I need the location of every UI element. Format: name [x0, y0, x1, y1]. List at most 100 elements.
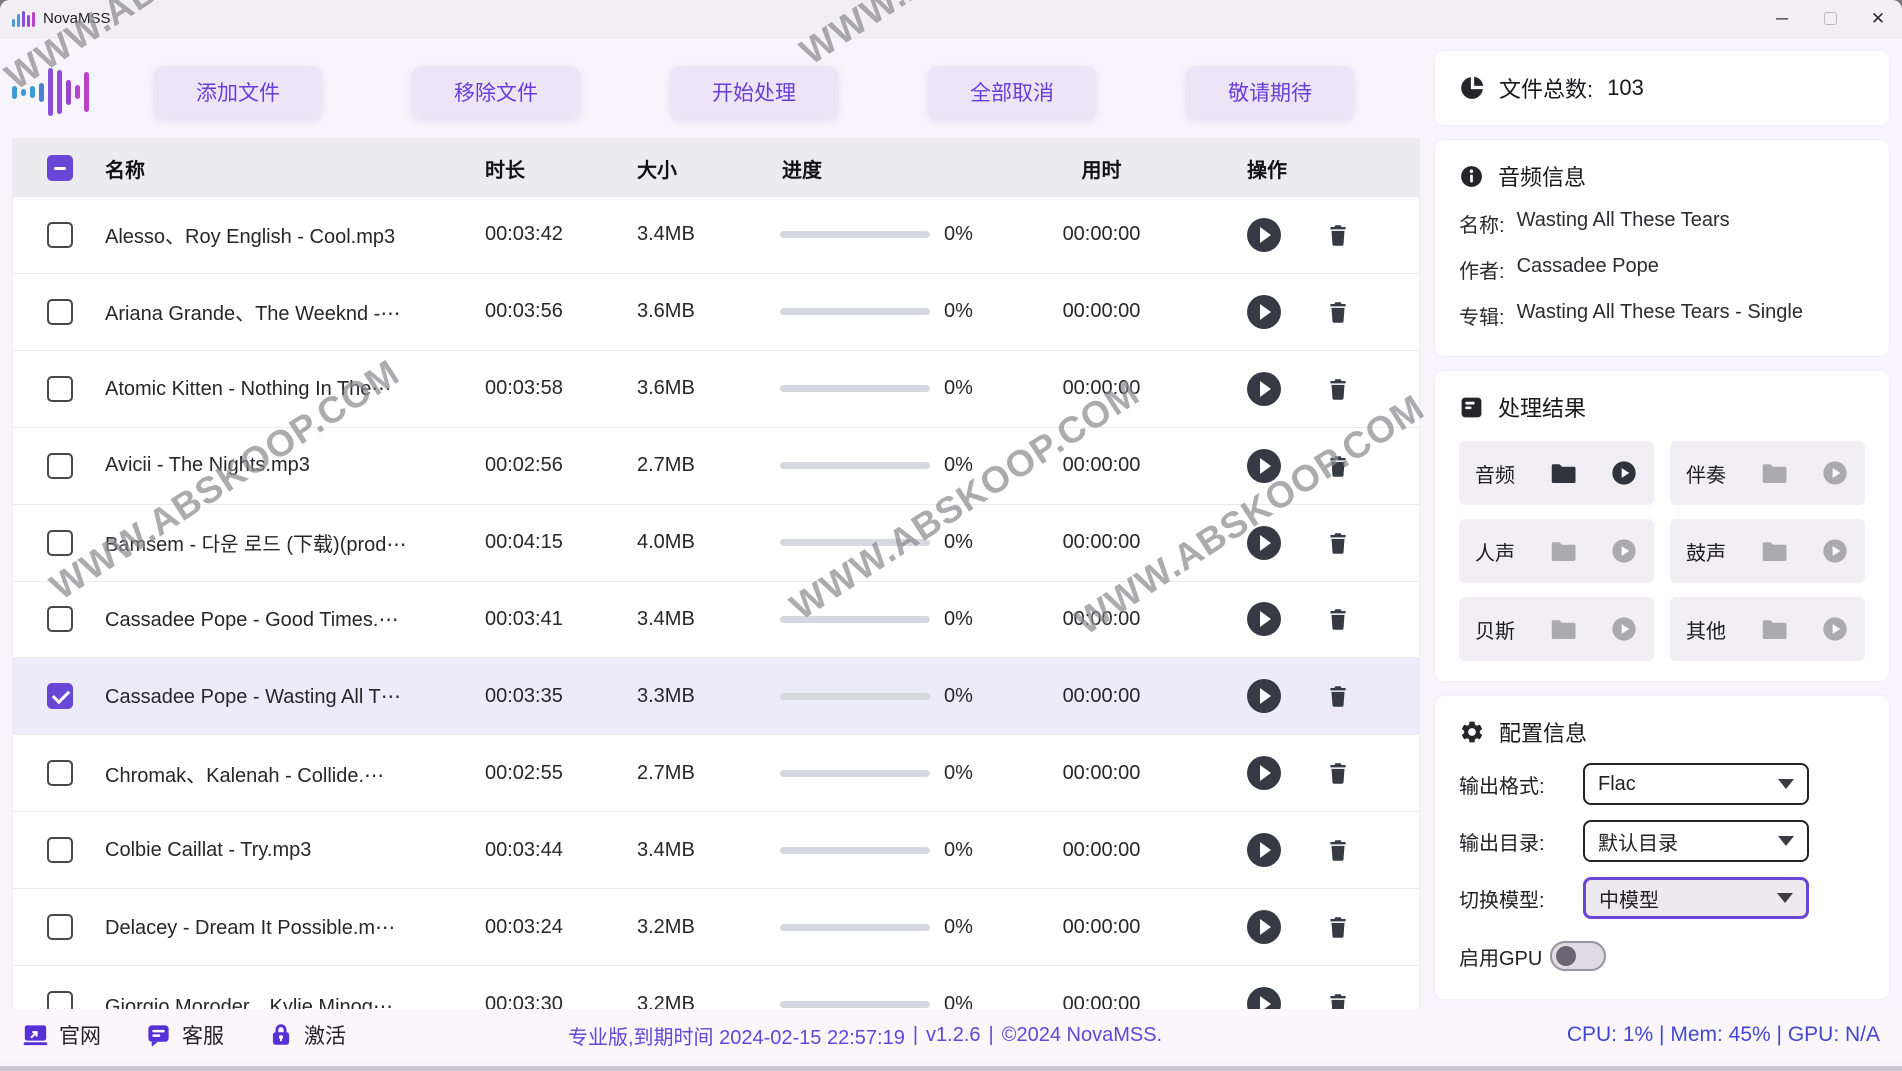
delete-button[interactable] [1323, 757, 1353, 789]
separator: | [913, 1024, 918, 1047]
audio-album-value: Wasting All These Tears - Single [1517, 301, 1803, 330]
cell-progress-percent: 0% [930, 454, 1018, 477]
select-all-checkbox[interactable] [47, 155, 73, 181]
file-total-value: 103 [1607, 75, 1644, 101]
play-button[interactable] [1247, 372, 1281, 406]
delete-button[interactable] [1323, 603, 1353, 635]
progress-bar [780, 462, 930, 469]
table-row[interactable]: Delacey - Dream It Possible.m⋯ 00:03:24 … [13, 889, 1419, 966]
play-result-button[interactable] [1610, 537, 1638, 565]
progress-bar [780, 231, 930, 238]
play-button[interactable] [1247, 295, 1281, 329]
cell-name: Colbie Caillat - Try.mp3 [95, 839, 481, 862]
close-button[interactable]: ✕ [1854, 0, 1902, 37]
add-files-button[interactable]: 添加文件 [154, 66, 322, 118]
delete-button[interactable] [1323, 527, 1353, 559]
cell-duration: 00:04:15 [481, 531, 633, 554]
table-row[interactable]: Ariana Grande、The Weeknd -⋯ 00:03:56 3.6… [13, 274, 1419, 351]
open-folder-button[interactable] [1759, 458, 1789, 488]
play-circle-icon [1821, 615, 1849, 643]
output-dir-select[interactable]: 默认目录 [1583, 820, 1809, 862]
delete-button[interactable] [1323, 450, 1353, 482]
delete-button[interactable] [1323, 219, 1353, 251]
play-button[interactable] [1247, 449, 1281, 483]
play-result-button[interactable] [1821, 537, 1849, 565]
header-elapsed: 用时 [1018, 154, 1185, 183]
gpu-toggle[interactable] [1550, 941, 1606, 971]
row-checkbox[interactable] [47, 376, 73, 402]
play-result-button[interactable] [1821, 615, 1849, 643]
delete-button[interactable] [1323, 373, 1353, 405]
progress-bar [780, 308, 930, 315]
maximize-button[interactable] [1806, 0, 1854, 37]
audio-info-card: 音频信息 名称:Wasting All These Tears 作者:Cassa… [1434, 139, 1890, 357]
play-button[interactable] [1247, 218, 1281, 252]
info-icon [1459, 164, 1484, 189]
table-row[interactable]: Cassadee Pope - Wasting All T⋯ 00:03:35 … [13, 658, 1419, 735]
table-row[interactable]: Avicii - The Nights.mp3 00:02:56 2.7MB 0… [13, 428, 1419, 505]
delete-button[interactable] [1323, 911, 1353, 943]
file-total-label: 文件总数: [1499, 72, 1593, 104]
play-result-button[interactable] [1610, 615, 1638, 643]
open-folder-button[interactable] [1548, 614, 1578, 644]
play-result-button[interactable] [1610, 459, 1638, 487]
results-card: 处理结果 音频 伴奏 人声 鼓声 [1434, 370, 1890, 682]
progress-bar [780, 924, 930, 931]
cell-progress-percent: 0% [930, 916, 1018, 939]
cell-elapsed: 00:00:00 [1018, 377, 1185, 400]
row-checkbox[interactable] [47, 606, 73, 632]
play-button[interactable] [1247, 910, 1281, 944]
support-link[interactable]: 客服 [145, 1020, 224, 1050]
play-button[interactable] [1247, 833, 1281, 867]
lock-icon [268, 1022, 294, 1048]
coming-soon-button[interactable]: 敬请期待 [1186, 66, 1354, 118]
progress-bar [780, 385, 930, 392]
row-checkbox[interactable] [47, 222, 73, 248]
row-checkbox[interactable] [47, 914, 73, 940]
cell-name: Delacey - Dream It Possible.m⋯ [95, 915, 481, 940]
output-format-select[interactable]: Flac [1583, 763, 1809, 805]
delete-button[interactable] [1323, 296, 1353, 328]
delete-button[interactable] [1323, 680, 1353, 712]
table-row[interactable]: Bamsem - 다운 로드 (下载)(prod⋯ 00:04:15 4.0MB… [13, 505, 1419, 582]
open-folder-button[interactable] [1759, 614, 1789, 644]
open-folder-button[interactable] [1548, 458, 1578, 488]
row-checkbox[interactable] [47, 837, 73, 863]
cell-progress-percent: 0% [930, 608, 1018, 631]
play-button[interactable] [1247, 679, 1281, 713]
activate-link[interactable]: 激活 [268, 1020, 346, 1050]
cell-size: 3.3MB [633, 685, 780, 708]
remove-files-button[interactable]: 移除文件 [412, 66, 580, 118]
config-card: 配置信息 输出格式: Flac 输出目录: 默认目录 [1434, 695, 1890, 1000]
official-site-link[interactable]: 官网 [22, 1020, 101, 1050]
delete-button[interactable] [1323, 834, 1353, 866]
play-button[interactable] [1247, 756, 1281, 790]
cell-name: Cassadee Pope - Good Times.⋯ [95, 607, 481, 632]
output-format-label: 输出格式: [1459, 770, 1583, 799]
result-tile-label: 鼓声 [1686, 537, 1726, 566]
open-folder-button[interactable] [1548, 536, 1578, 566]
minimize-button[interactable]: ─ [1758, 0, 1806, 37]
play-button[interactable] [1247, 526, 1281, 560]
trash-icon [1325, 759, 1351, 787]
row-checkbox[interactable] [47, 530, 73, 556]
progress-bar [780, 1001, 930, 1008]
play-button[interactable] [1247, 602, 1281, 636]
start-processing-button[interactable]: 开始处理 [670, 66, 838, 118]
table-row[interactable]: Colbie Caillat - Try.mp3 00:03:44 3.4MB … [13, 812, 1419, 889]
results-list-icon [1459, 395, 1484, 420]
table-row[interactable]: Chromak、Kalenah - Collide.⋯ 00:02:55 2.7… [13, 735, 1419, 812]
open-folder-button[interactable] [1759, 536, 1789, 566]
cell-size: 2.7MB [633, 762, 780, 785]
table-row[interactable]: Alesso、Roy English - Cool.mp3 00:03:42 3… [13, 197, 1419, 274]
cancel-all-button[interactable]: 全部取消 [928, 66, 1096, 118]
row-checkbox[interactable] [47, 760, 73, 786]
table-row[interactable]: Cassadee Pope - Good Times.⋯ 00:03:41 3.… [13, 582, 1419, 659]
play-result-button[interactable] [1821, 459, 1849, 487]
table-row[interactable]: Atomic Kitten - Nothing In The⋯ 00:03:58… [13, 351, 1419, 428]
model-select[interactable]: 中模型 [1583, 877, 1809, 919]
row-checkbox[interactable] [47, 299, 73, 325]
window-title: NovaMSS [43, 10, 111, 27]
row-checkbox[interactable] [47, 683, 73, 709]
row-checkbox[interactable] [47, 453, 73, 479]
